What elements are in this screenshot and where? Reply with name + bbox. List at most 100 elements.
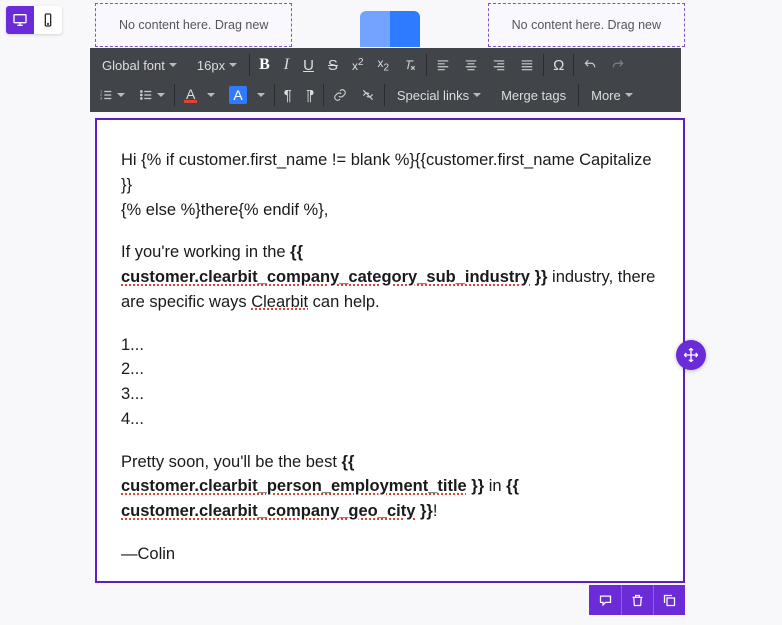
merge-tag: customer.clearbit_person_employment_titl… [121,477,467,495]
block-action-bar [589,585,685,615]
bold-icon: B [259,56,270,74]
duplicate-button[interactable] [653,585,685,615]
merge-tag: customer.clearbit_company_geo_city [121,502,415,520]
more-button[interactable]: More [581,80,643,110]
unordered-list-button[interactable] [132,80,172,110]
text: Pretty soon, you'll be the best [121,453,342,471]
unordered-list-icon [139,88,153,102]
align-right-button[interactable] [485,50,513,80]
move-handle[interactable] [676,340,706,370]
highlight-icon: A [229,86,246,104]
redo-button[interactable] [604,50,632,80]
numbered-placeholder-list: 1... 2... 3... 4... [121,333,659,432]
comment-button[interactable] [589,585,621,615]
superscript-button[interactable]: x2 [345,50,371,80]
more-label: More [591,88,621,103]
align-center-icon [464,58,478,72]
align-center-button[interactable] [457,50,485,80]
chevron-down-icon [169,63,177,67]
dropzone-left-text: No content here. Drag new [119,18,268,32]
italic-icon: I [284,56,289,74]
clear-format-button[interactable] [396,50,424,80]
text: Hi {% if customer.first_name != blank %}… [121,151,652,194]
trash-icon [630,593,645,608]
text-block-selected[interactable]: Hi {% if customer.first_name != blank %}… [95,118,685,583]
image-block[interactable] [302,3,477,47]
italic-button[interactable]: I [277,50,296,80]
text: {{ [290,243,303,261]
chevron-down-icon [625,93,633,97]
underline-button[interactable]: U [296,50,321,80]
dropzone-left[interactable]: No content here. Drag new [95,3,292,47]
align-justify-icon [520,58,534,72]
intro-paragraph: If you're working in the {{customer.clea… [121,240,659,314]
ordered-list-button[interactable]: 123 [92,80,132,110]
bold-button[interactable]: B [252,50,277,80]
text: ! [433,502,438,520]
closing-paragraph: Pretty soon, you'll be the best {{ custom… [121,450,659,524]
ltr-button[interactable]: ¶ [277,80,299,110]
editor-toolbar: Global font 16px B I U S x2 x2 Ω 123 A A… [90,48,681,112]
list-item: 1... [121,333,659,358]
omega-icon: Ω [553,57,564,74]
editor-content[interactable]: Hi {% if customer.first_name != blank %}… [97,120,683,605]
text: {% else %}there{% endif %}, [121,201,328,219]
duplicate-icon [662,593,677,608]
link-button[interactable] [326,80,354,110]
align-left-button[interactable] [429,50,457,80]
align-justify-button[interactable] [513,50,541,80]
special-char-button[interactable]: Ω [546,50,571,80]
font-size-select[interactable]: 16px [187,50,247,80]
text: {{ [342,453,355,471]
text-color-button[interactable]: A [177,80,222,110]
text: Clearbit [251,293,308,311]
link-icon [333,88,347,102]
redo-icon [611,58,625,72]
subscript-button[interactable]: x2 [371,50,397,80]
superscript-icon: x2 [352,57,364,73]
merge-tags-label: Merge tags [501,88,566,103]
chevron-down-icon [157,93,165,97]
unlink-button[interactable] [354,80,382,110]
ordered-list-icon: 123 [99,88,113,102]
strike-icon: S [328,57,338,74]
mobile-view-button[interactable] [34,6,62,34]
dropzone-right-text: No content here. Drag new [512,18,661,32]
text: in [484,477,506,495]
chevron-down-icon [207,93,215,97]
text: If you're working in the [121,243,290,261]
merge-tags-button[interactable]: Merge tags [491,80,576,110]
align-left-icon [436,58,450,72]
svg-text:3: 3 [100,97,102,101]
align-right-icon [492,58,506,72]
canvas-top-row: No content here. Drag new No content her… [95,3,685,47]
pilcrow-rtl-icon: ¶ [306,87,314,104]
comment-icon [598,593,613,608]
desktop-view-button[interactable] [6,6,34,34]
clear-format-icon [403,58,417,72]
text-color-icon: A [184,88,197,103]
rtl-button[interactable]: ¶ [299,80,321,110]
chevron-down-icon [117,93,125,97]
undo-button[interactable] [576,50,604,80]
font-size-label: 16px [197,58,225,73]
highlight-color-button[interactable]: A [222,80,271,110]
underline-icon: U [303,57,314,74]
chevron-down-icon [229,63,237,67]
text: }} [530,268,547,286]
font-family-select[interactable]: Global font [92,50,187,80]
list-item: 2... [121,357,659,382]
text: can help. [308,293,380,311]
delete-button[interactable] [621,585,653,615]
unlink-icon [361,88,375,102]
special-links-button[interactable]: Special links [387,80,491,110]
list-item: 3... [121,382,659,407]
list-item: 4... [121,407,659,432]
greeting-line: Hi {% if customer.first_name != blank %}… [121,148,659,222]
strike-button[interactable]: S [321,50,345,80]
text: }} [467,477,484,495]
dropzone-right[interactable]: No content here. Drag new [488,3,685,47]
move-icon [683,347,699,363]
text: {{ [506,477,519,495]
subscript-icon: x2 [378,56,390,73]
